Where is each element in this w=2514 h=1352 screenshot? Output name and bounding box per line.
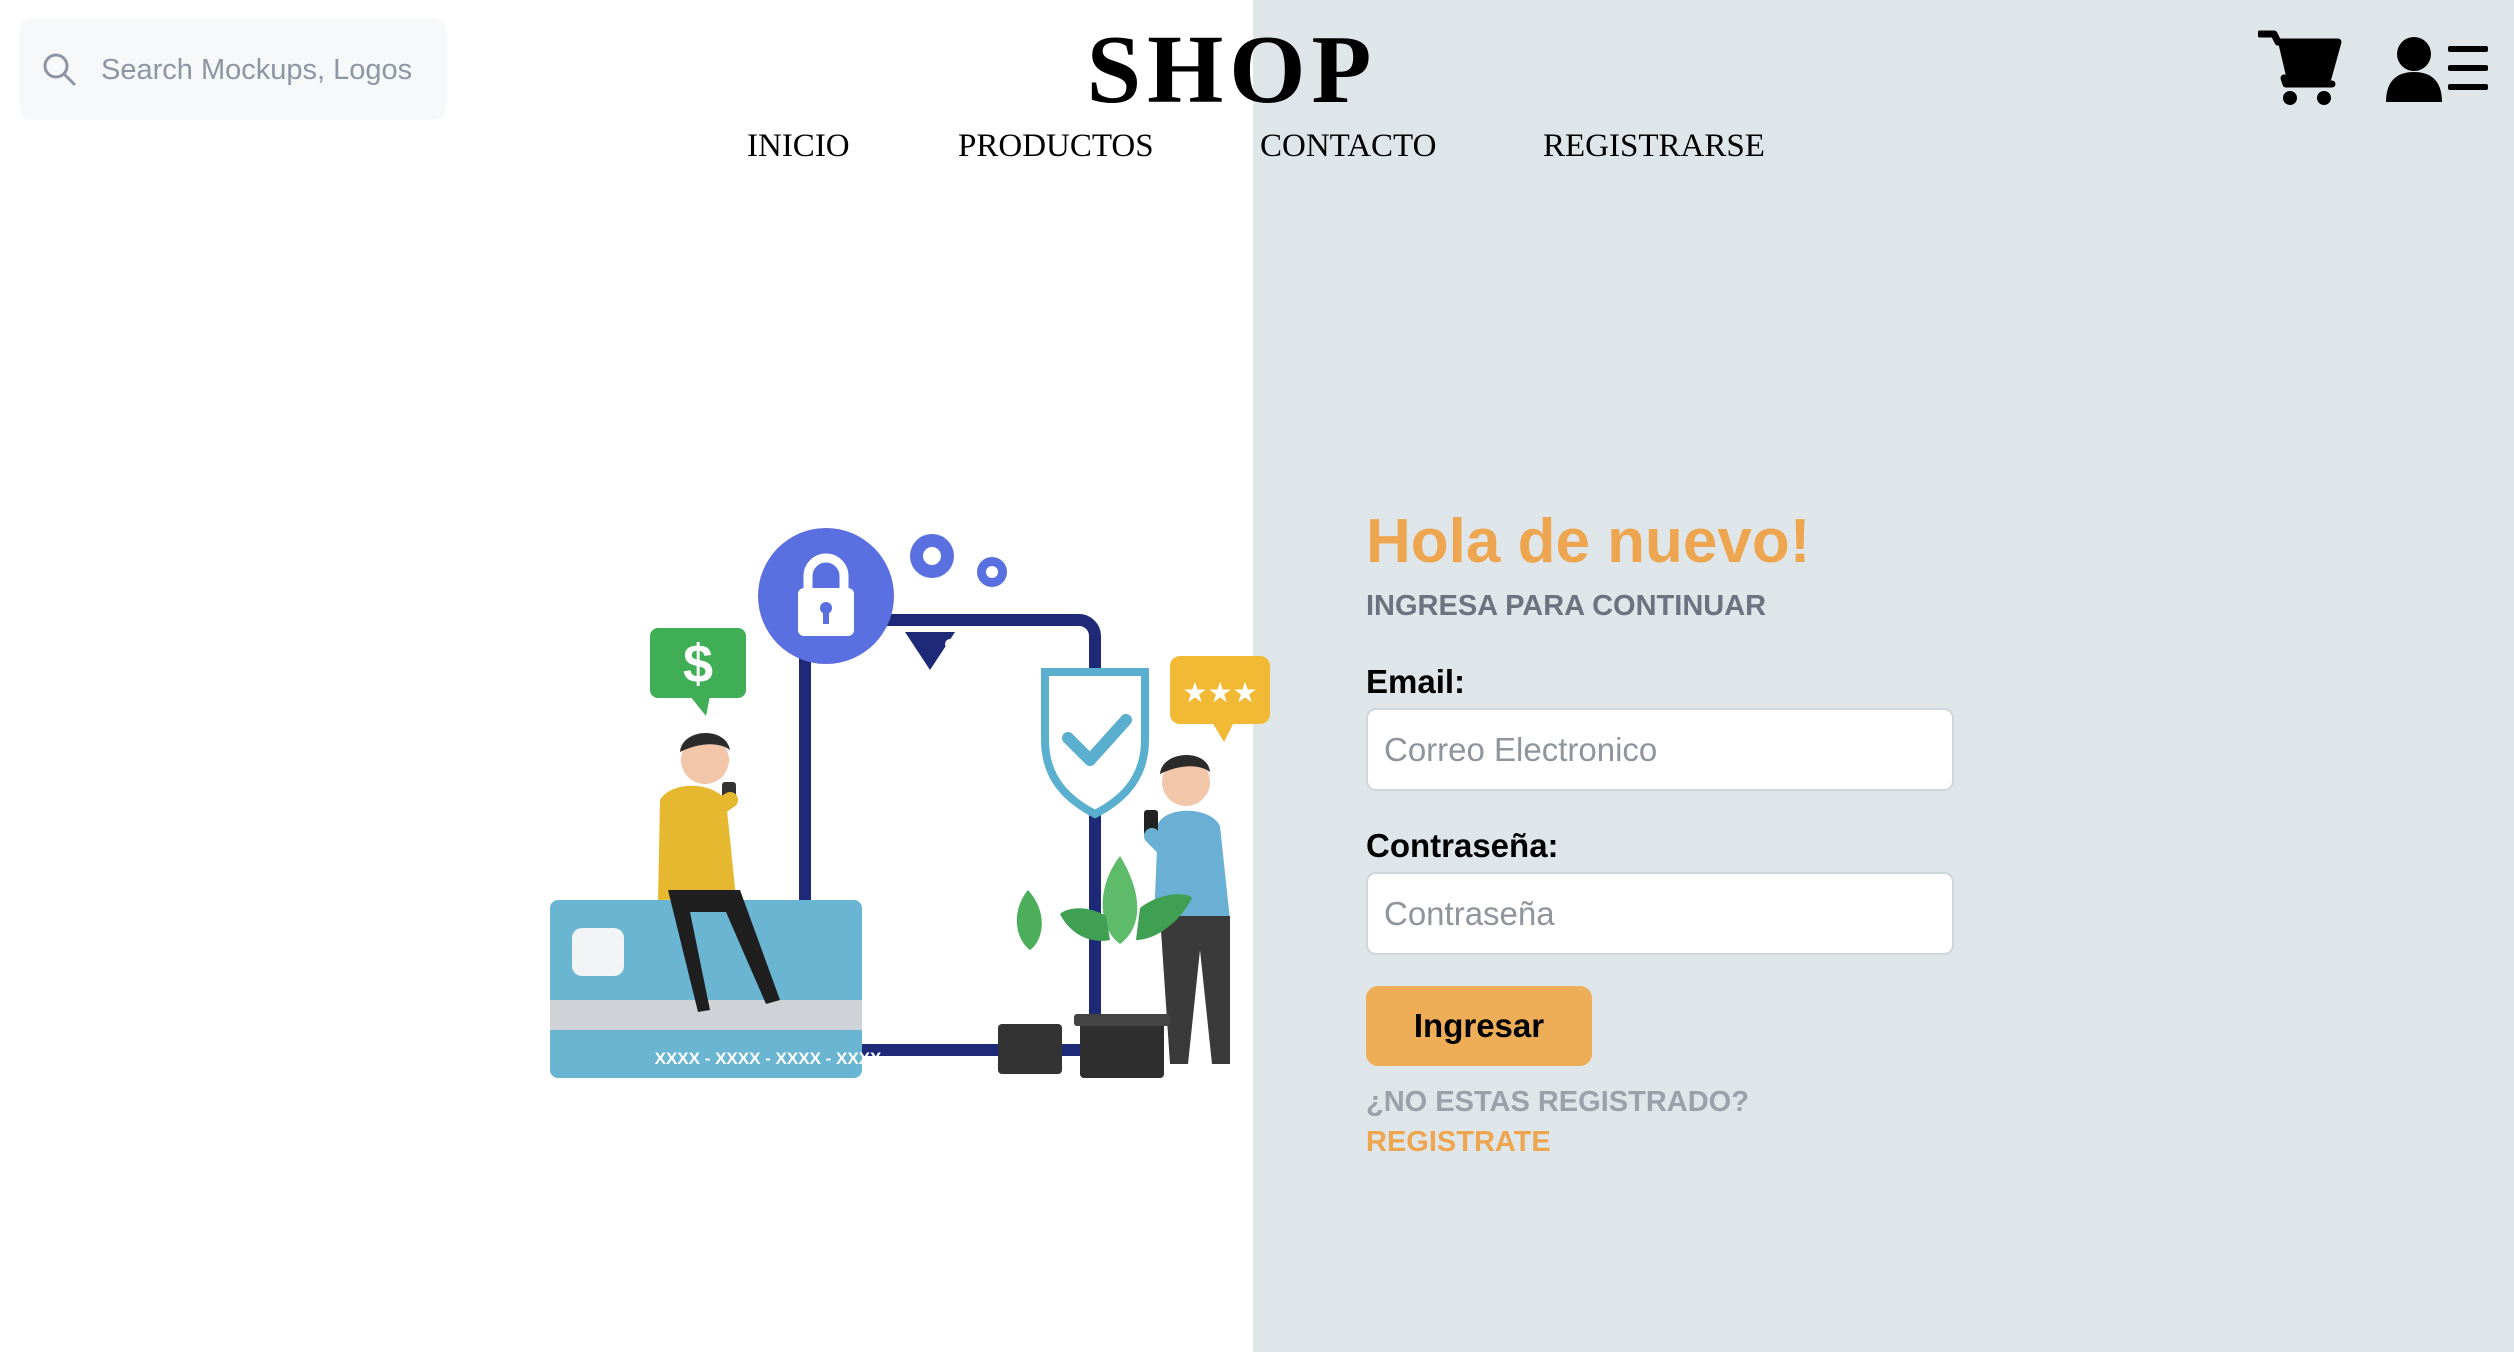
search-bar[interactable] [19, 18, 447, 120]
search-icon [43, 53, 76, 86]
dollar-sign-icon: $ [683, 634, 713, 694]
password-label: Contraseña: [1366, 827, 1559, 864]
user-menu-icon[interactable] [2386, 34, 2490, 104]
card-number: XXXX - XXXX - XXXX - XXXX [655, 1049, 882, 1068]
site-logo[interactable]: SHOP [1087, 16, 1378, 124]
email-field[interactable] [1366, 708, 1954, 791]
main-nav: INICIO PRODUCTOS CONTACTO REGISTRARSE [0, 122, 2514, 170]
nav-item-contacto[interactable]: CONTACTO [1260, 122, 1436, 170]
search-input[interactable] [99, 40, 413, 100]
register-link[interactable]: REGISTRATE [1366, 1124, 1551, 1160]
security-illustration: $ ★★★ XXXX - XXXX - XXXX - XXXX [550, 528, 1270, 1078]
no-account-text: ¿NO ESTAS REGISTRADO? [1366, 1086, 1749, 1118]
nav-item-productos[interactable]: PRODUCTOS [958, 122, 1154, 170]
login-title: Hola de nuevo! [1366, 507, 1811, 576]
email-label: Email: [1366, 663, 1466, 700]
login-subtitle: INGRESA PARA CONTINUAR [1366, 590, 1767, 622]
password-field[interactable] [1366, 872, 1954, 955]
nav-item-registrarse[interactable]: REGISTRARSE [1543, 122, 1765, 170]
shield-check-icon [1041, 668, 1149, 819]
svg-text:★★★: ★★★ [1182, 676, 1257, 709]
nav-item-inicio[interactable]: INICIO [747, 122, 850, 170]
cart-icon[interactable] [2258, 26, 2342, 110]
login-submit-button[interactable]: Ingresar [1366, 986, 1592, 1066]
